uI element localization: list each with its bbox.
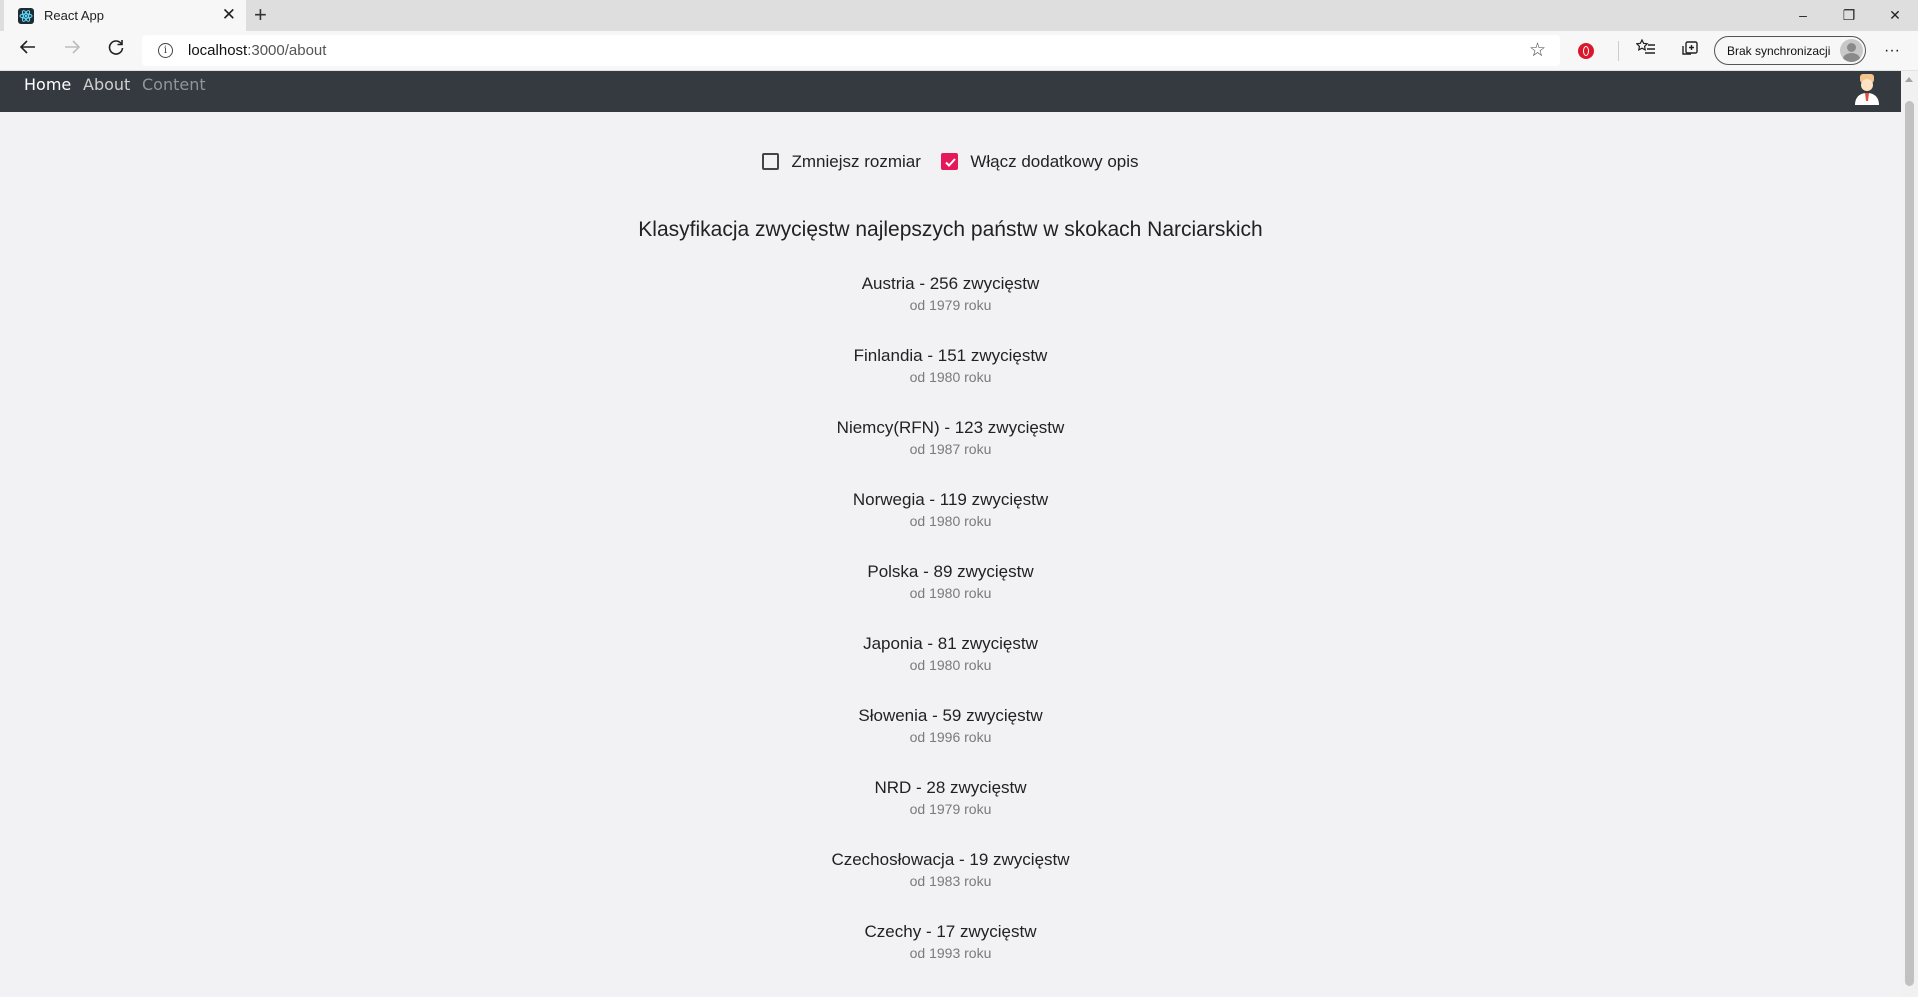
- country-list: Austria - 256 zwycięstw od 1979 roku Fin…: [0, 273, 1901, 993]
- country-wins: Finlandia - 151 zwycięstw: [853, 346, 1048, 365]
- list-item: Niemcy(RFN) - 123 zwycięstw od 1987 roku: [0, 417, 1901, 489]
- collections-button[interactable]: [1676, 37, 1704, 65]
- profile-avatar-icon: [1840, 39, 1863, 62]
- country-since: od 1980 roku: [909, 369, 992, 385]
- star-icon[interactable]: ☆: [1529, 39, 1546, 62]
- extra-description-label: Włącz dodatkowy opis: [970, 152, 1139, 171]
- arrow-right-icon: [65, 40, 81, 54]
- favorites-button[interactable]: [1632, 37, 1660, 65]
- scroll-thumb[interactable]: [1905, 101, 1914, 986]
- reduce-size-checkbox[interactable]: [762, 152, 780, 170]
- nav-link-content[interactable]: Content: [142, 75, 206, 95]
- country-since: od 1979 roku: [909, 801, 992, 817]
- list-item: Japonia - 81 zwycięstw od 1980 roku: [0, 633, 1901, 705]
- arrow-left-icon: [19, 40, 35, 54]
- country-since: od 1993 roku: [909, 945, 992, 961]
- favorites-list-icon: [1635, 38, 1655, 54]
- browser-toolbar: i localhost:3000/about ☆ Brak synchroniz…: [0, 31, 1918, 71]
- tab-title: React App: [44, 8, 104, 23]
- options-row: Zmniejsz rozmiar Włącz dodatkowy opis: [0, 152, 1901, 176]
- info-icon[interactable]: i: [158, 43, 173, 58]
- page-title: Klasyfikacja zwycięstw najlepszych państ…: [638, 218, 1263, 241]
- list-item: Finlandia - 151 zwycięstw od 1980 roku: [0, 345, 1901, 417]
- country-since: od 1987 roku: [909, 441, 992, 457]
- country-since: od 1980 roku: [909, 513, 992, 529]
- sync-label: Brak synchronizacji: [1727, 44, 1831, 58]
- opera-extension-icon[interactable]: [1578, 43, 1594, 59]
- nav-link-about[interactable]: About: [83, 75, 130, 95]
- sync-profile-button[interactable]: Brak synchronizacji: [1714, 36, 1866, 65]
- scroll-up-arrow-icon[interactable]: [1905, 77, 1913, 82]
- option-reduce-size[interactable]: Zmniejsz rozmiar: [762, 152, 921, 172]
- country-wins: Japonia - 81 zwycięstw: [863, 634, 1038, 653]
- list-item: Polska - 89 zwycięstw od 1980 roku: [0, 561, 1901, 633]
- country-since: od 1996 roku: [909, 729, 992, 745]
- country-wins: Polska - 89 zwycięstw: [867, 562, 1034, 581]
- new-tab-button[interactable]: +: [254, 3, 267, 27]
- app-navbar: Home About Content: [0, 71, 1901, 112]
- minimize-button[interactable]: –: [1780, 4, 1826, 26]
- list-item: Czechosłowacja - 19 zwycięstw od 1983 ro…: [0, 849, 1901, 921]
- country-wins: Niemcy(RFN) - 123 zwycięstw: [836, 418, 1065, 437]
- forward-button[interactable]: [58, 37, 86, 65]
- country-since: od 1979 roku: [909, 297, 992, 313]
- page-scrollbar[interactable]: [1901, 71, 1918, 997]
- country-wins: Czechosłowacja - 19 zwycięstw: [831, 850, 1070, 869]
- address-bar[interactable]: i localhost:3000/about ☆: [142, 35, 1560, 66]
- reload-button[interactable]: [102, 37, 130, 65]
- collections-icon: [1682, 41, 1698, 55]
- checkmark-icon: [945, 157, 957, 167]
- reload-icon: [108, 40, 124, 55]
- country-since: od 1980 roku: [909, 657, 992, 673]
- list-item: Norwegia - 119 zwycięstw od 1980 roku: [0, 489, 1901, 561]
- country-wins: Norwegia - 119 zwycięstw: [852, 490, 1049, 509]
- nav-link-home[interactable]: Home: [24, 75, 71, 95]
- toolbar-divider: [1618, 41, 1619, 61]
- extra-description-checkbox[interactable]: [941, 152, 959, 170]
- country-wins: Austria - 256 zwycięstw: [861, 274, 1040, 293]
- list-item: Słowenia - 59 zwycięstw od 1996 roku: [0, 705, 1901, 777]
- react-logo-icon: [18, 8, 34, 24]
- close-window-button[interactable]: ✕: [1872, 4, 1918, 26]
- browser-tabstrip: React App ✕ + – ❐ ✕: [0, 0, 1918, 31]
- restore-button[interactable]: ❐: [1826, 4, 1872, 26]
- list-item: Czechy - 17 zwycięstw od 1993 roku: [0, 921, 1901, 993]
- country-since: od 1983 roku: [909, 873, 992, 889]
- list-item: Austria - 256 zwycięstw od 1979 roku: [0, 273, 1901, 345]
- reduce-size-label: Zmniejsz rozmiar: [791, 152, 921, 171]
- option-extra-description[interactable]: Włącz dodatkowy opis: [941, 152, 1139, 172]
- tab-close-icon[interactable]: ✕: [222, 5, 236, 25]
- browser-tab[interactable]: React App ✕: [4, 0, 246, 31]
- back-button[interactable]: [14, 37, 42, 65]
- country-wins: Czechy - 17 zwycięstw: [864, 922, 1037, 941]
- url-text[interactable]: localhost:3000/about: [188, 42, 326, 59]
- country-since: od 1980 roku: [909, 585, 992, 601]
- user-avatar-icon[interactable]: [1852, 73, 1882, 105]
- more-menu-icon[interactable]: ···: [1878, 37, 1906, 65]
- list-item: NRD - 28 zwycięstw od 1979 roku: [0, 777, 1901, 849]
- country-wins: Słowenia - 59 zwycięstw: [858, 706, 1043, 725]
- country-wins: NRD - 28 zwycięstw: [874, 778, 1027, 797]
